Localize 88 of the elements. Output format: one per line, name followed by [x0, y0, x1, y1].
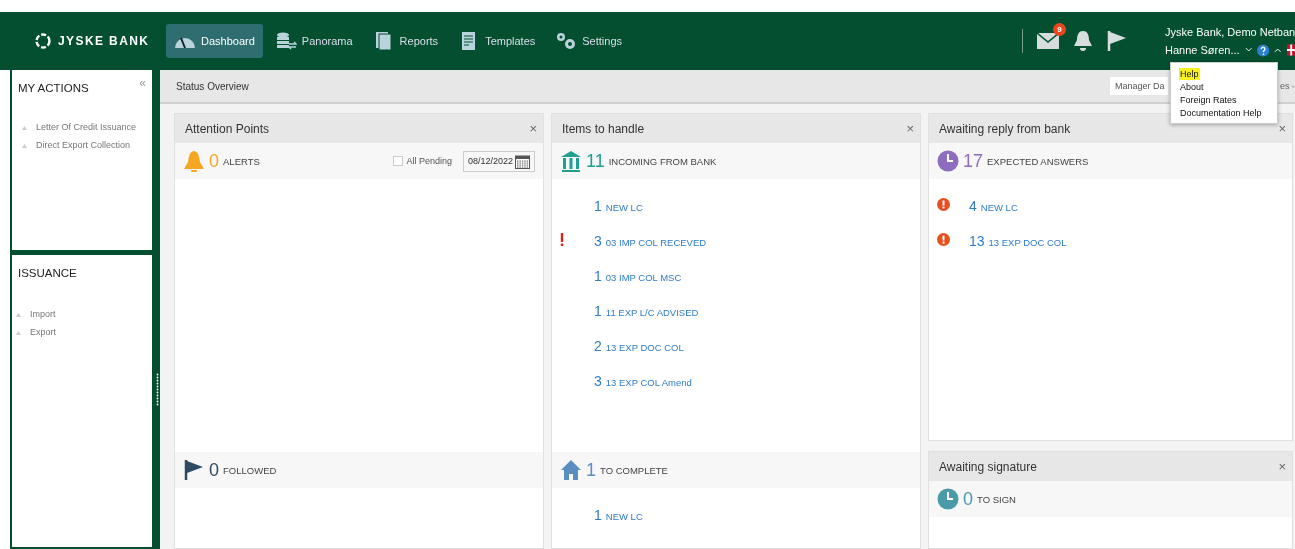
section-label: ALERTS	[223, 155, 260, 167]
sidebar-link[interactable]: Export	[30, 327, 56, 337]
item-count[interactable]: 13	[969, 233, 985, 249]
warning-icon	[937, 233, 950, 246]
item-count[interactable]: 1	[594, 268, 602, 284]
date-field[interactable]: 08/12/2022	[462, 150, 535, 172]
gears-icon	[555, 31, 578, 51]
section-label: EXPECTED ANSWERS	[987, 155, 1089, 167]
nav-tab[interactable]: Reports	[364, 24, 447, 58]
menu-item[interactable]: About	[1179, 81, 1205, 93]
item-count[interactable]: 4	[969, 198, 977, 214]
calendar-icon[interactable]	[515, 153, 530, 169]
sidebar-link[interactable]: Direct Export Collection	[36, 140, 131, 150]
item-count[interactable]: 3	[594, 233, 602, 249]
flag-icon[interactable]	[1286, 44, 1295, 56]
checkbox[interactable]	[393, 156, 404, 166]
house-icon	[560, 459, 582, 481]
section-title: MY ACTIONS	[18, 82, 89, 94]
nav-tab[interactable]: Panorama	[266, 24, 361, 58]
item-link[interactable]: NEW LC	[605, 202, 643, 213]
section-label: INCOMING FROM BANK	[608, 155, 717, 167]
item-link[interactable]: 03 IMP COL MSC	[605, 272, 682, 283]
warning-icon	[560, 233, 564, 246]
bullet-icon	[22, 124, 27, 130]
clock-icon	[937, 150, 959, 172]
close-button[interactable]: ×	[1278, 121, 1286, 136]
section-count: 0	[209, 150, 219, 172]
toolbar-title: Status Overview	[176, 80, 249, 92]
bell-icon	[183, 150, 205, 172]
item-count[interactable]: 2	[594, 338, 602, 354]
item-count[interactable]: 1	[594, 198, 602, 214]
logo-icon	[34, 32, 52, 50]
close-button[interactable]: ×	[906, 121, 914, 136]
flag-icon	[183, 459, 205, 481]
collapse-button[interactable]: «	[139, 76, 146, 90]
menu-item[interactable]: Help	[1179, 68, 1200, 80]
clock-icon	[937, 488, 959, 510]
notification-badge: 9	[1053, 23, 1066, 36]
bullet-icon	[16, 311, 21, 317]
item-count[interactable]: 1	[594, 507, 602, 523]
warning-icon	[937, 198, 950, 211]
item-link[interactable]: NEW LC	[980, 202, 1018, 213]
bullet-icon	[22, 142, 27, 148]
section-count: 1	[586, 459, 596, 481]
bank-icon	[560, 150, 582, 172]
resize-handle-icon[interactable]	[156, 372, 159, 407]
section-label: TO SIGN	[977, 493, 1016, 505]
help-icon[interactable]	[1257, 43, 1270, 57]
panel-title: Attention Points	[185, 121, 270, 136]
section-label: TO COMPLETE	[600, 464, 668, 476]
item-link[interactable]: 13 EXP DOC COL	[605, 342, 684, 353]
nav-tab[interactable]: Dashboard	[166, 24, 263, 58]
item-count[interactable]: 3	[594, 373, 602, 389]
item-link[interactable]: 03 IMP COL RECEVED	[605, 237, 707, 248]
item-link[interactable]: 13 EXP COL Amend	[605, 377, 692, 388]
panel-title: Items to handle	[562, 121, 645, 136]
panel-title: Awaiting signature	[939, 459, 1037, 474]
section-count: 11	[586, 150, 605, 172]
close-button[interactable]: ×	[1278, 459, 1286, 474]
section-count: 0	[209, 459, 219, 481]
menu-item[interactable]: Foreign Rates	[1179, 94, 1238, 106]
item-link[interactable]: 11 EXP L/C ADVISED	[605, 307, 699, 318]
section-count: 0	[963, 488, 973, 510]
bell-icon[interactable]	[1073, 30, 1093, 52]
view-select[interactable]: es	[1280, 77, 1295, 95]
close-button[interactable]: ×	[529, 121, 537, 136]
sidebar-link[interactable]: Letter Of Credit Issuance	[36, 122, 137, 132]
section-count: 17	[963, 150, 984, 172]
flag-icon[interactable]	[1107, 30, 1127, 52]
company-name: Jyske Bank, Demo Netban	[1165, 25, 1295, 38]
database-icon	[274, 31, 297, 51]
item-count[interactable]: 1	[594, 303, 602, 319]
logo-text: JYSKE BANK	[58, 34, 150, 48]
item-link[interactable]: 13 EXP DOC COL	[988, 237, 1067, 248]
nav-tab[interactable]: Settings	[547, 24, 630, 58]
item-link[interactable]: NEW LC	[605, 511, 643, 522]
user-name[interactable]: Hanne Søren...	[1165, 44, 1240, 56]
panel-title: Awaiting reply from bank	[939, 121, 1071, 136]
menu-item[interactable]: Documentation Help	[1179, 107, 1263, 119]
nav-tab[interactable]: Templates	[450, 24, 544, 58]
view-select[interactable]: Manager Da	[1110, 77, 1168, 95]
mail-icon[interactable]	[1037, 33, 1059, 49]
checkbox-label[interactable]: All Pending	[406, 156, 452, 166]
chevron-up-icon[interactable]	[1274, 47, 1282, 53]
sidebar-link[interactable]: Import	[30, 309, 56, 319]
section-label: FOLLOWED	[223, 464, 277, 476]
bullet-icon	[16, 329, 21, 335]
section-title: ISSUANCE	[18, 267, 77, 279]
